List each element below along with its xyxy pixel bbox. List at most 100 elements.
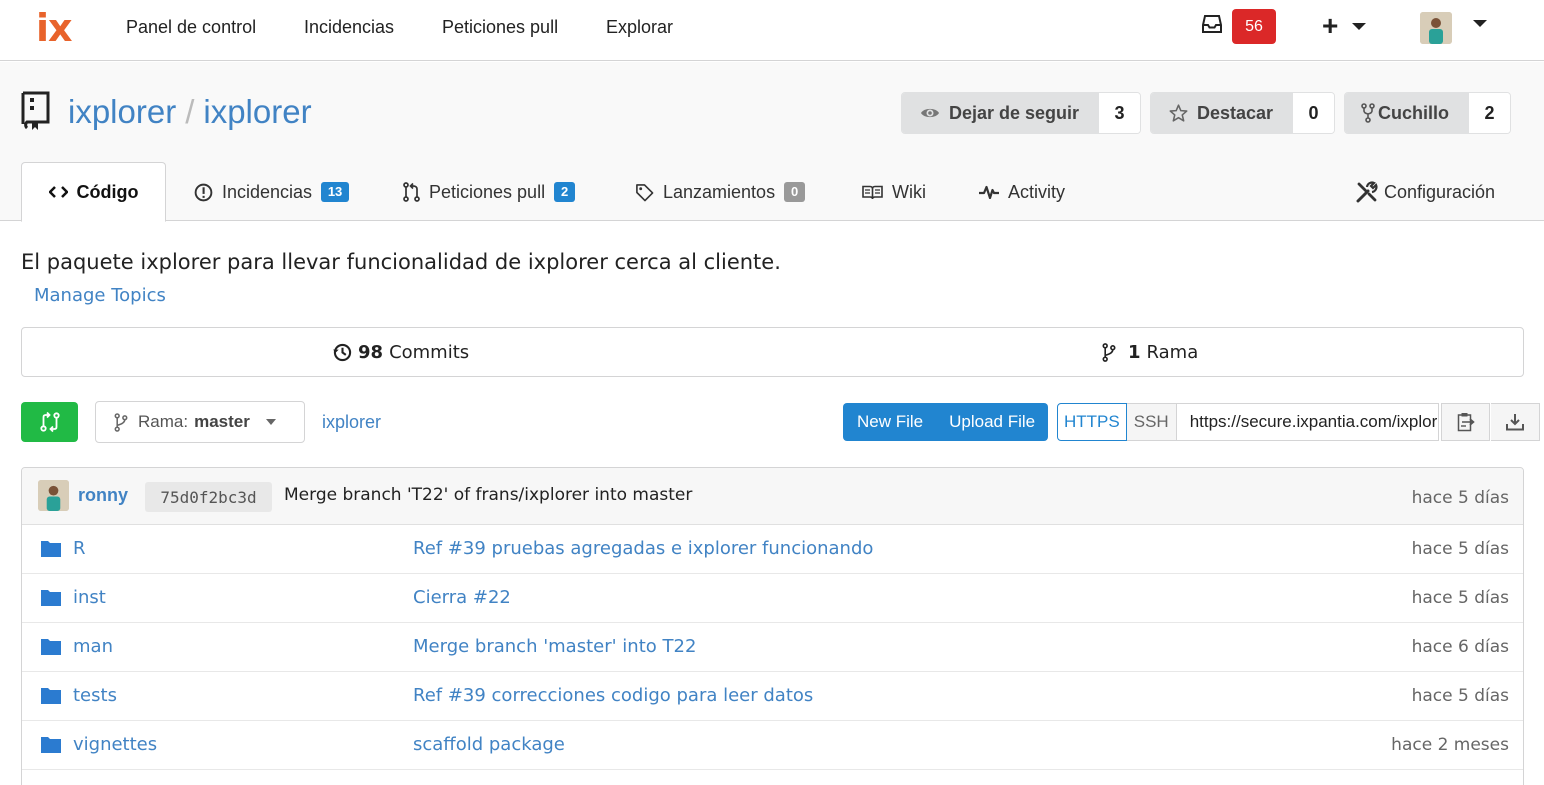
unwatch-button[interactable]: Dejar de seguir [902, 93, 1100, 133]
unwatch-label: Dejar de seguir [949, 102, 1080, 123]
nav-dashboard[interactable]: Panel de control [126, 16, 256, 38]
branches-stat[interactable]: 1 Rama [1102, 328, 1198, 376]
create-menu-plus-icon[interactable]: + [1322, 12, 1338, 40]
folder-icon [41, 737, 61, 753]
chevron-down-icon[interactable] [1473, 20, 1487, 27]
commit-message: Merge branch 'T22' of frans/ixplorer int… [284, 485, 693, 505]
manage-topics-link[interactable]: Manage Topics [34, 284, 166, 308]
table-row: inst Cierra #22 hace 5 días [22, 574, 1523, 623]
tab-wiki[interactable]: Wiki [862, 162, 926, 222]
table-row: man Merge branch 'master' into T22 hace … [22, 623, 1523, 672]
tab-code[interactable]: Código [21, 162, 166, 222]
tab-settings[interactable]: Configuración [1356, 162, 1495, 222]
issues-count-badge: 13 [321, 182, 350, 202]
star-button-group: Destacar 0 [1150, 92, 1336, 134]
pulse-icon [979, 185, 999, 199]
fork-icon [1361, 103, 1375, 123]
tag-icon [636, 183, 654, 201]
fork-button[interactable]: Cuchillo [1345, 93, 1469, 133]
fork-label: Cuchillo [1378, 102, 1449, 123]
branches-count: 1 [1128, 341, 1141, 363]
commits-stat[interactable]: 98 Commits [333, 328, 469, 376]
watchers-count[interactable]: 3 [1099, 93, 1141, 133]
forks-count[interactable]: 2 [1469, 93, 1510, 133]
tab-releases[interactable]: Lanzamientos 0 [635, 162, 806, 222]
fork-button-group: Cuchillo 2 [1344, 92, 1511, 134]
new-file-button[interactable]: New File [843, 403, 936, 441]
copy-url-button[interactable] [1441, 403, 1490, 441]
compare-button[interactable] [21, 402, 78, 442]
watch-button-group: Dejar de seguir 3 [901, 92, 1142, 134]
chevron-down-icon [265, 419, 276, 425]
star-icon [1169, 104, 1188, 122]
git-pull-request-icon [403, 182, 420, 202]
logo[interactable]: ix [36, 6, 73, 50]
star-button[interactable]: Destacar [1151, 93, 1294, 133]
history-icon [333, 343, 352, 361]
tab-releases-label: Lanzamientos [663, 181, 776, 202]
file-commit-message[interactable]: scaffold package [413, 734, 565, 755]
file-name[interactable]: tests [73, 685, 117, 706]
compare-arrows-icon [39, 411, 60, 433]
nav-pulls[interactable]: Peticiones pull [442, 16, 558, 38]
inbox-icon[interactable] [1202, 14, 1222, 34]
file-time: hace 5 días [1411, 686, 1509, 706]
commit-author-avatar[interactable] [38, 480, 69, 511]
download-button[interactable] [1491, 403, 1540, 441]
file-commit-message[interactable]: Cierra #22 [413, 587, 511, 608]
tools-icon [1356, 181, 1378, 203]
repo-name-link[interactable]: ixplorer [203, 93, 311, 130]
branches-label: Rama [1146, 341, 1199, 363]
tab-pulls[interactable]: Peticiones pull 2 [403, 162, 576, 222]
nav-issues[interactable]: Incidencias [304, 16, 394, 38]
file-commit-message[interactable]: Ref #39 correcciones codigo para leer da… [413, 685, 813, 706]
repo-book-icon [21, 91, 50, 130]
eye-icon [921, 108, 939, 118]
table-row: vignettes scaffold package hace 2 meses [22, 721, 1523, 770]
table-row: tests Ref #39 correcciones codigo para l… [22, 672, 1523, 721]
breadcrumb-root[interactable]: ixplorer [322, 412, 381, 433]
branch-selector[interactable]: Rama: master [95, 401, 305, 443]
book-icon [862, 185, 883, 199]
https-toggle[interactable]: HTTPS [1057, 403, 1127, 441]
git-branch-icon [1102, 342, 1116, 362]
file-name[interactable]: vignettes [73, 734, 157, 755]
repo-owner-link[interactable]: ixplorer [68, 93, 176, 130]
tab-activity-label: Activity [1008, 181, 1066, 202]
repo-description: El paquete ixplorer para llevar funciona… [21, 250, 781, 274]
branch-prefix: Rama: [138, 412, 189, 431]
folder-icon [41, 541, 61, 557]
upload-file-button[interactable]: Upload File [936, 403, 1048, 441]
commit-author[interactable]: ronny [78, 485, 128, 506]
tab-issues-label: Incidencias [222, 181, 313, 202]
commit-time: hace 5 días [1411, 488, 1509, 508]
commit-sha[interactable]: 75d0f2bc3d [145, 482, 272, 512]
latest-commit-row: ronny 75d0f2bc3d Merge branch 'T22' of f… [22, 468, 1523, 525]
clone-panel: HTTPS SSH https://secure.ixpantia.com/ix… [1057, 403, 1439, 441]
file-time: hace 6 días [1411, 637, 1509, 657]
chevron-down-icon[interactable] [1352, 23, 1366, 30]
ssh-toggle[interactable]: SSH [1126, 403, 1177, 441]
git-branch-icon [114, 412, 128, 432]
path-separator: / [185, 93, 195, 130]
file-name[interactable]: inst [73, 587, 106, 608]
file-name[interactable]: R [73, 538, 86, 559]
repo-stats-bar: 98 Commits 1 Rama [21, 327, 1524, 377]
file-commit-message[interactable]: Merge branch 'master' into T22 [413, 636, 696, 657]
stars-count[interactable]: 0 [1293, 93, 1335, 133]
issue-opened-icon [194, 183, 213, 201]
file-commit-message[interactable]: Ref #39 pruebas agregadas e ixplorer fun… [413, 538, 873, 559]
top-navbar: ix Panel de control Incidencias Peticion… [0, 0, 1544, 61]
file-table: ronny 75d0f2bc3d Merge branch 'T22' of f… [21, 467, 1524, 785]
tab-issues[interactable]: Incidencias 13 [194, 162, 350, 222]
notifications-badge[interactable]: 56 [1232, 9, 1276, 44]
releases-count-badge: 0 [784, 182, 806, 202]
tab-pulls-label: Peticiones pull [429, 181, 546, 202]
star-label: Destacar [1197, 102, 1274, 123]
clone-url-input[interactable]: https://secure.ixpantia.com/ixplorer/ixp… [1176, 403, 1439, 441]
nav-explore[interactable]: Explorar [606, 16, 673, 38]
file-name[interactable]: man [73, 636, 113, 657]
tab-activity[interactable]: Activity [979, 162, 1065, 222]
tab-wiki-label: Wiki [892, 181, 926, 202]
user-avatar[interactable] [1420, 12, 1452, 44]
